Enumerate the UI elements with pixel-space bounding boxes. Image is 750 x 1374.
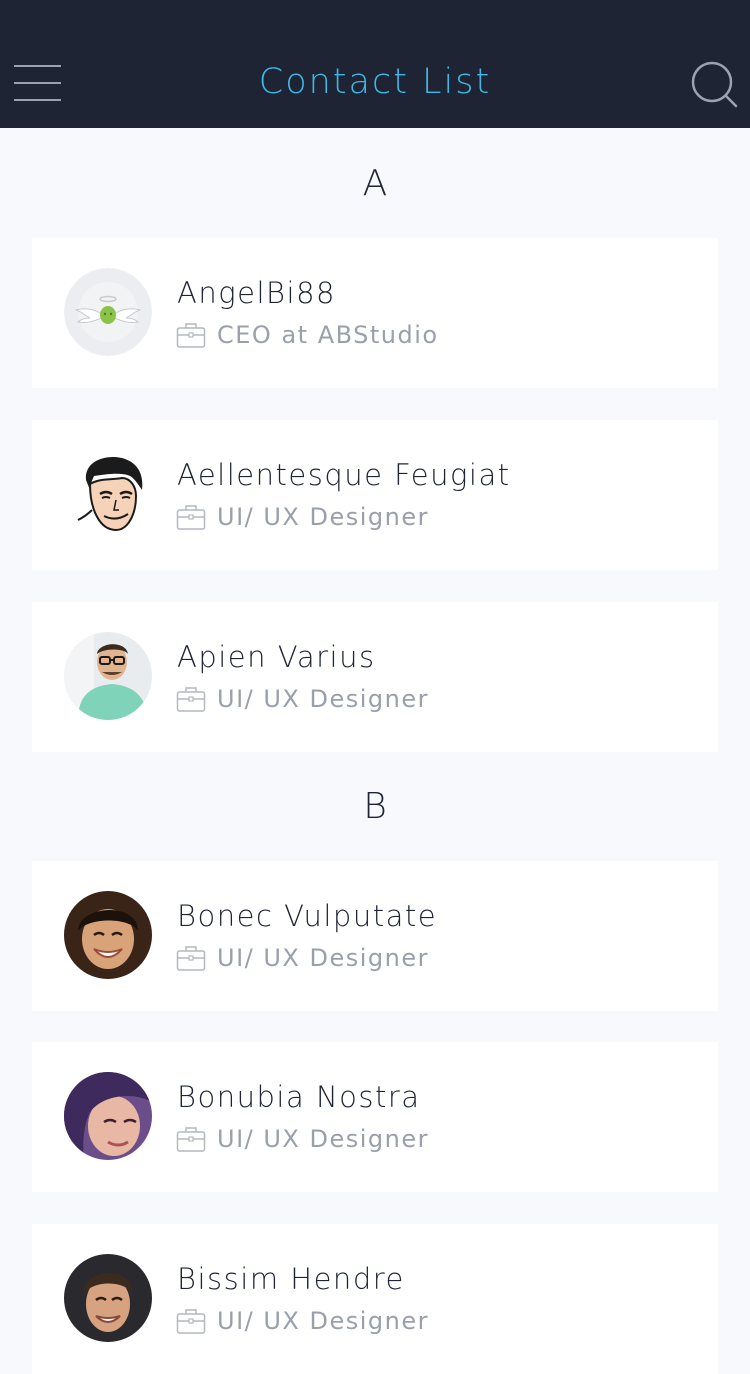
contact-card[interactable]: Aellentesque Feugiat UI/ UX Designer [32, 420, 718, 570]
contact-name: Apien Varius [177, 640, 376, 674]
contact-role-text: CEO at ABStudio [217, 321, 439, 349]
contact-role: UI/ UX Designer [176, 502, 429, 532]
page-title: Contact List [258, 62, 492, 102]
contact-role-text: UI/ UX Designer [217, 944, 429, 972]
contact-card[interactable]: Apien Varius UI/ UX Designer [32, 602, 718, 752]
contact-card[interactable]: AngelBi88 CEO at ABStudio [32, 238, 718, 388]
contact-name: Bissim Hendre [177, 1262, 405, 1296]
contact-role-text: UI/ UX Designer [217, 503, 429, 531]
briefcase-icon [176, 323, 206, 348]
contact-role: UI/ UX Designer [176, 1124, 429, 1154]
contact-role: CEO at ABStudio [176, 320, 439, 350]
briefcase-icon [176, 1127, 206, 1152]
section-letter-a: A [362, 163, 388, 204]
contact-card[interactable]: Bonubia Nostra UI/ UX Designer [32, 1042, 718, 1192]
contact-role: UI/ UX Designer [176, 943, 429, 973]
app-header: Contact List [0, 0, 750, 128]
search-icon[interactable] [688, 58, 740, 110]
briefcase-icon [176, 946, 206, 971]
contact-card[interactable]: Bonec Vulputate UI/ UX Designer [32, 861, 718, 1011]
section-letter-b: B [363, 786, 387, 827]
contact-role-text: UI/ UX Designer [217, 685, 429, 713]
avatar [64, 450, 152, 538]
avatar [64, 891, 152, 979]
avatar [64, 632, 152, 720]
contact-role-text: UI/ UX Designer [217, 1307, 429, 1335]
briefcase-icon [176, 1309, 206, 1334]
avatar [64, 1072, 152, 1160]
contact-name: AngelBi88 [177, 276, 336, 310]
avatar [64, 268, 152, 356]
contact-name: Aellentesque Feugiat [177, 458, 511, 492]
briefcase-icon [176, 687, 206, 712]
avatar [64, 1254, 152, 1342]
contact-name: Bonec Vulputate [177, 899, 438, 933]
contact-role-text: UI/ UX Designer [217, 1125, 429, 1153]
contact-name: Bonubia Nostra [177, 1080, 421, 1114]
contact-role: UI/ UX Designer [176, 684, 429, 714]
contact-card[interactable]: Bissim Hendre UI/ UX Designer [32, 1224, 718, 1374]
briefcase-icon [176, 505, 206, 530]
contact-role: UI/ UX Designer [176, 1306, 429, 1336]
